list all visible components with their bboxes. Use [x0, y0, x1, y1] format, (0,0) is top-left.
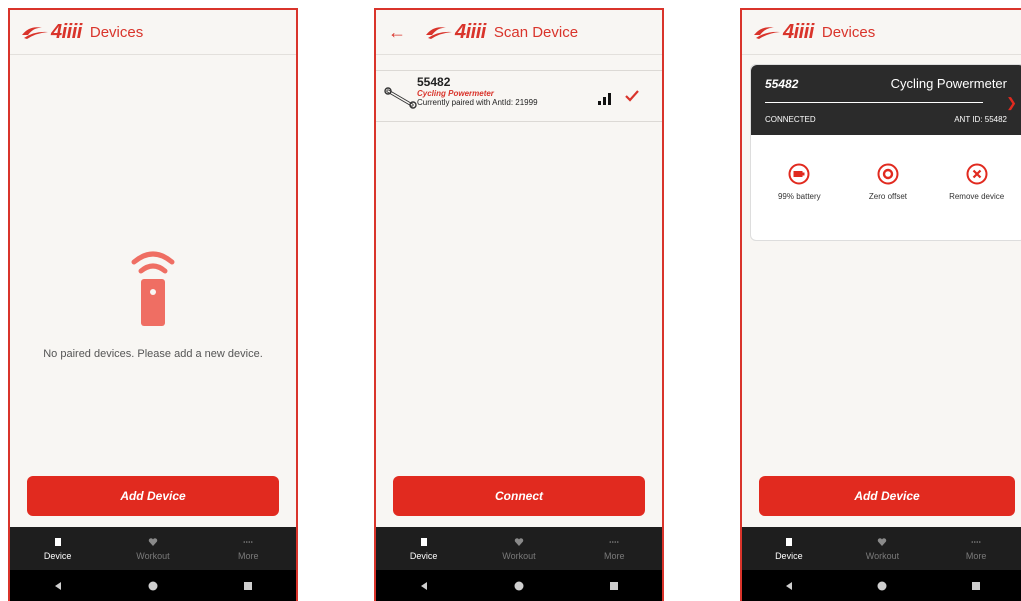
add-device-button[interactable]: Add Device	[759, 476, 1015, 516]
signal-strength-icon	[598, 93, 611, 105]
back-triangle-icon[interactable]	[53, 581, 63, 591]
screen-devices-connected: 4iiii Devices 55482 Cycling Powermeter ❯…	[740, 8, 1021, 601]
logo-text: 4iiii	[51, 20, 82, 43]
connect-button[interactable]: Connect	[393, 476, 645, 516]
nav-label: Workout	[865, 550, 900, 561]
battery-action[interactable]: 99% battery	[755, 163, 843, 201]
bottom-nav: Device Workout More	[376, 527, 662, 570]
nav-label: Device	[409, 550, 438, 561]
nav-item-more[interactable]: More	[930, 537, 1021, 561]
remove-device-label: Remove device	[949, 192, 1005, 201]
page-title: Devices	[821, 23, 876, 41]
more-dots-icon	[243, 540, 253, 543]
bottom-nav: Device Workout More	[10, 527, 296, 570]
battery-label: 99% battery	[777, 192, 821, 201]
nav-item-device[interactable]: Device	[376, 537, 470, 561]
more-dots-icon	[971, 540, 981, 543]
nav-item-device[interactable]: Device	[742, 537, 835, 561]
crank-arm-icon	[384, 87, 417, 109]
battery-icon	[788, 163, 810, 185]
app-bar: ← 4iiii Scan Device	[376, 10, 662, 55]
logo-swoosh-icon	[754, 27, 780, 39]
zero-offset-icon	[877, 163, 899, 185]
home-circle-icon[interactable]	[514, 581, 524, 591]
nav-item-more[interactable]: More	[201, 537, 295, 561]
nav-item-workout[interactable]: Workout	[472, 537, 566, 561]
connection-status: CONNECTED	[765, 115, 816, 124]
app-bar: 4iiii Devices	[742, 10, 1021, 55]
recents-square-icon[interactable]	[243, 581, 253, 591]
nav-label: More	[238, 550, 259, 561]
scanned-device-row[interactable]: 55482 Cycling Powermeter Currently paire…	[376, 70, 662, 122]
logo-text: 4iiii	[455, 20, 486, 43]
zero-offset-label: Zero offset	[868, 192, 908, 201]
device-actions: 99% battery Zero offset Remove device	[751, 163, 1021, 201]
device-id: 55482	[765, 77, 799, 91]
device-icon	[785, 537, 792, 546]
heart-icon	[148, 537, 158, 546]
home-circle-icon[interactable]	[877, 581, 887, 591]
device-icon	[54, 537, 61, 546]
page-title: Scan Device	[493, 23, 579, 41]
system-nav-bar	[742, 570, 1021, 601]
page-title: Devices	[89, 23, 144, 41]
back-arrow-icon[interactable]: ←	[388, 23, 406, 41]
nav-label: More	[604, 550, 625, 561]
screen-scan-device: ← 4iiii Scan Device 55482 Cycling Powerm…	[374, 8, 664, 601]
logo-swoosh-icon	[22, 27, 48, 39]
add-device-button[interactable]: Add Device	[27, 476, 279, 516]
nav-item-workout[interactable]: Workout	[106, 537, 200, 561]
screen-devices-empty: 4iiii Devices No paired devices. Please …	[8, 8, 298, 601]
nav-item-workout[interactable]: Workout	[836, 537, 929, 561]
chevron-right-icon[interactable]: ❯	[1006, 95, 1017, 111]
device-card-header[interactable]: 55482 Cycling Powermeter ❯ CONNECTED ANT…	[751, 65, 1021, 135]
divider	[765, 102, 983, 103]
back-triangle-icon[interactable]	[784, 581, 794, 591]
bottom-nav: Device Workout More	[742, 527, 1021, 570]
close-icon	[966, 163, 988, 185]
device-name: Cycling Powermeter	[890, 76, 1007, 91]
pairing-status: Currently paired with AntId: 21999	[417, 98, 538, 107]
nav-item-more[interactable]: More	[567, 537, 661, 561]
nav-label: Device	[43, 550, 72, 561]
ant-id: ANT ID: 55482	[954, 115, 1007, 124]
system-nav-bar	[376, 570, 662, 601]
zero-offset-button[interactable]: Zero offset	[844, 163, 932, 201]
empty-state-message: No paired devices. Please add a new devi…	[43, 348, 263, 360]
home-circle-icon[interactable]	[148, 581, 158, 591]
device-icon	[420, 537, 427, 546]
recents-square-icon[interactable]	[609, 581, 619, 591]
more-dots-icon	[609, 540, 619, 543]
device-card: 55482 Cycling Powermeter ❯ CONNECTED ANT…	[750, 64, 1021, 241]
nav-label: More	[965, 550, 987, 561]
brand-logo: 4iiii	[752, 21, 814, 44]
nav-label: Workout	[502, 550, 536, 561]
logo-swoosh-icon	[426, 27, 452, 39]
recents-square-icon[interactable]	[971, 581, 981, 591]
heart-icon	[514, 537, 524, 546]
nav-item-device[interactable]: Device	[10, 537, 104, 561]
remove-device-button[interactable]: Remove device	[933, 163, 1021, 201]
logo-text: 4iiii	[783, 20, 814, 43]
brand-logo: 4iiii	[20, 21, 82, 44]
remote-sensor-icon	[131, 251, 175, 326]
device-type: Cycling Powermeter	[417, 89, 494, 98]
checkmark-icon	[625, 90, 639, 102]
system-nav-bar	[10, 570, 296, 601]
nav-label: Device	[775, 550, 803, 561]
brand-logo: 4iiii	[424, 21, 486, 44]
nav-label: Workout	[136, 550, 170, 561]
back-triangle-icon[interactable]	[419, 581, 429, 591]
device-id: 55482	[417, 75, 451, 89]
app-bar: 4iiii Devices	[10, 10, 296, 55]
heart-icon	[878, 537, 887, 546]
